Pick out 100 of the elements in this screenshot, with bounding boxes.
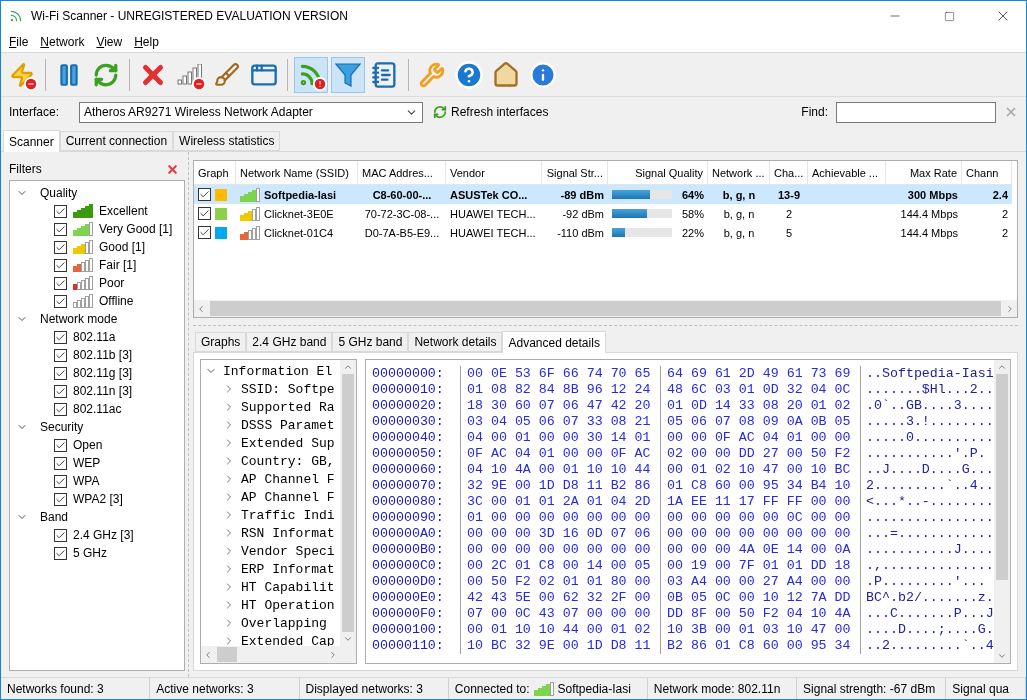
filter-option[interactable]: 802.11ac bbox=[73, 402, 122, 416]
filter-option[interactable]: Offline bbox=[99, 294, 134, 308]
toolbar-button[interactable] bbox=[294, 56, 328, 93]
filter-group[interactable]: Network mode bbox=[40, 312, 118, 326]
hex-bytes: 03 A4 00 00 27 A4 00 00 bbox=[660, 574, 860, 590]
filter-option[interactable]: Good [1] bbox=[99, 240, 146, 254]
tree-item[interactable]: SSID: Softpe bbox=[241, 381, 335, 397]
filter-option[interactable]: WEP bbox=[73, 456, 101, 470]
filter-group[interactable]: Security bbox=[40, 420, 84, 434]
tree-item[interactable]: Information El bbox=[223, 363, 333, 379]
checkbox[interactable] bbox=[198, 188, 211, 201]
table-row[interactable]: Softpedia-Iasi C8-60-00-... ASUSTek CO... -89 dBm 64% b, g, n 13-9 300 Mbps 2.4 bbox=[194, 185, 1012, 204]
checkbox[interactable] bbox=[54, 330, 67, 344]
status-text: Network mode: 802.11n bbox=[647, 678, 798, 699]
filter-option[interactable]: 802.11g [3] bbox=[73, 366, 133, 380]
checkbox[interactable] bbox=[54, 492, 67, 506]
checkbox[interactable] bbox=[54, 240, 67, 254]
scroll-right-icon[interactable] bbox=[1005, 303, 1015, 314]
scroll-down-icon[interactable] bbox=[343, 634, 353, 644]
scrollbar-thumb[interactable] bbox=[210, 301, 1001, 316]
hex-bytes: 00 00 00 4A 0E 14 00 0A bbox=[660, 542, 860, 558]
scroll-down-icon[interactable] bbox=[996, 651, 1007, 661]
hex-bytes: 00 01 02 10 47 00 10 BC bbox=[660, 462, 860, 478]
checkbox[interactable] bbox=[54, 258, 67, 272]
tree-item[interactable]: ERP Informat bbox=[241, 561, 335, 577]
tree-item[interactable]: Vendor Speci bbox=[241, 543, 335, 559]
tab[interactable]: Wireless statistics bbox=[173, 131, 281, 151]
tree-item[interactable]: HT Operation bbox=[241, 597, 335, 613]
tab[interactable]: Network details bbox=[408, 332, 503, 352]
tree-item[interactable]: DSSS Paramet bbox=[241, 417, 335, 433]
refresh-interfaces-button[interactable]: Refresh interfaces bbox=[431, 105, 551, 119]
interface-dropdown[interactable]: Atheros AR9271 Wireless Network Adapter bbox=[79, 101, 424, 123]
filter-option[interactable]: Poor bbox=[99, 276, 125, 290]
filter-group[interactable]: Band bbox=[40, 510, 69, 524]
scroll-up-icon[interactable] bbox=[996, 362, 1007, 372]
tree-item[interactable]: Traffic Indi bbox=[241, 507, 335, 523]
checkbox[interactable] bbox=[198, 226, 211, 239]
menu-item[interactable]: File bbox=[3, 34, 35, 49]
checkbox[interactable] bbox=[54, 204, 67, 218]
checkbox[interactable] bbox=[54, 276, 67, 290]
tab[interactable]: 2.4 GHz band bbox=[246, 332, 333, 352]
filter-option[interactable]: 5 GHz bbox=[73, 546, 107, 560]
checkbox[interactable] bbox=[198, 207, 211, 220]
checkbox[interactable] bbox=[54, 384, 67, 398]
find-field[interactable] bbox=[836, 101, 996, 123]
signal-bars-icon bbox=[73, 204, 93, 218]
scroll-left-icon[interactable] bbox=[196, 303, 206, 314]
checkbox[interactable] bbox=[54, 474, 67, 488]
menu-item[interactable]: Help bbox=[128, 34, 165, 49]
checkbox[interactable] bbox=[54, 438, 67, 452]
filter-group[interactable]: Quality bbox=[40, 186, 78, 200]
tree-item[interactable]: HT Capabilit bbox=[241, 579, 335, 595]
hex-ascii: .P.........'... bbox=[860, 574, 994, 590]
filter-option[interactable]: Fair [1] bbox=[99, 258, 137, 272]
scrollbar-thumb[interactable] bbox=[995, 374, 1008, 581]
scrollbar-thumb[interactable] bbox=[217, 647, 237, 662]
checkbox[interactable] bbox=[54, 546, 67, 560]
filter-option[interactable]: Open bbox=[73, 438, 103, 452]
filter-option[interactable]: Excellent bbox=[99, 204, 148, 218]
close-panel-icon[interactable] bbox=[166, 162, 179, 176]
vertical-scrollbar[interactable] bbox=[993, 360, 1010, 663]
tree-item[interactable]: Extended Sup bbox=[241, 435, 335, 451]
tree-item[interactable]: AP Channel F bbox=[241, 489, 335, 505]
signal-bars-icon bbox=[73, 222, 93, 236]
filter-option[interactable]: 802.11b [3] bbox=[73, 348, 133, 362]
checkbox[interactable] bbox=[54, 222, 67, 236]
filter-option[interactable]: WPA bbox=[73, 474, 100, 488]
vertical-scrollbar[interactable] bbox=[340, 360, 356, 646]
horizontal-scrollbar[interactable] bbox=[201, 646, 340, 663]
scroll-left-icon[interactable] bbox=[203, 649, 213, 660]
menu-item[interactable]: Network bbox=[34, 34, 91, 49]
tree-item[interactable]: Supported Ra bbox=[241, 399, 335, 415]
filter-option[interactable]: Very Good [1] bbox=[99, 222, 173, 236]
toolbar-button[interactable] bbox=[331, 56, 365, 93]
hex-bytes: B2 86 01 C8 60 00 95 34 bbox=[660, 638, 860, 654]
checkbox[interactable] bbox=[54, 294, 67, 308]
tree-item[interactable]: Overlapping bbox=[241, 615, 327, 631]
tab[interactable]: Graphs bbox=[195, 332, 247, 352]
filter-option[interactable]: 802.11n [3] bbox=[73, 384, 133, 398]
tab[interactable]: Scanner bbox=[3, 130, 60, 152]
clear-icon[interactable] bbox=[1004, 105, 1018, 119]
scroll-right-icon[interactable] bbox=[328, 649, 338, 660]
scroll-up-icon[interactable] bbox=[343, 362, 353, 372]
checkbox[interactable] bbox=[54, 402, 67, 416]
checkbox[interactable] bbox=[54, 528, 67, 542]
filter-option[interactable]: 2.4 GHz [3] bbox=[73, 528, 134, 542]
menu-item[interactable]: View bbox=[90, 34, 129, 49]
scrollbar-thumb[interactable] bbox=[342, 374, 354, 632]
filter-option[interactable]: 802.11a bbox=[73, 330, 116, 344]
checkbox[interactable] bbox=[54, 366, 67, 380]
tab[interactable]: 5 GHz band bbox=[332, 332, 409, 352]
checkbox[interactable] bbox=[54, 348, 67, 362]
tab[interactable]: Advanced details bbox=[502, 331, 606, 353]
filter-option[interactable]: WPA2 [3] bbox=[73, 492, 123, 506]
tree-item[interactable]: Country: GB, bbox=[241, 453, 335, 469]
tree-item[interactable]: AP Channel F bbox=[241, 471, 335, 487]
horizontal-scrollbar[interactable] bbox=[194, 300, 1017, 317]
tree-item[interactable]: RSN Informat bbox=[241, 525, 335, 541]
checkbox[interactable] bbox=[54, 456, 67, 470]
tab[interactable]: Current connection bbox=[59, 131, 174, 151]
